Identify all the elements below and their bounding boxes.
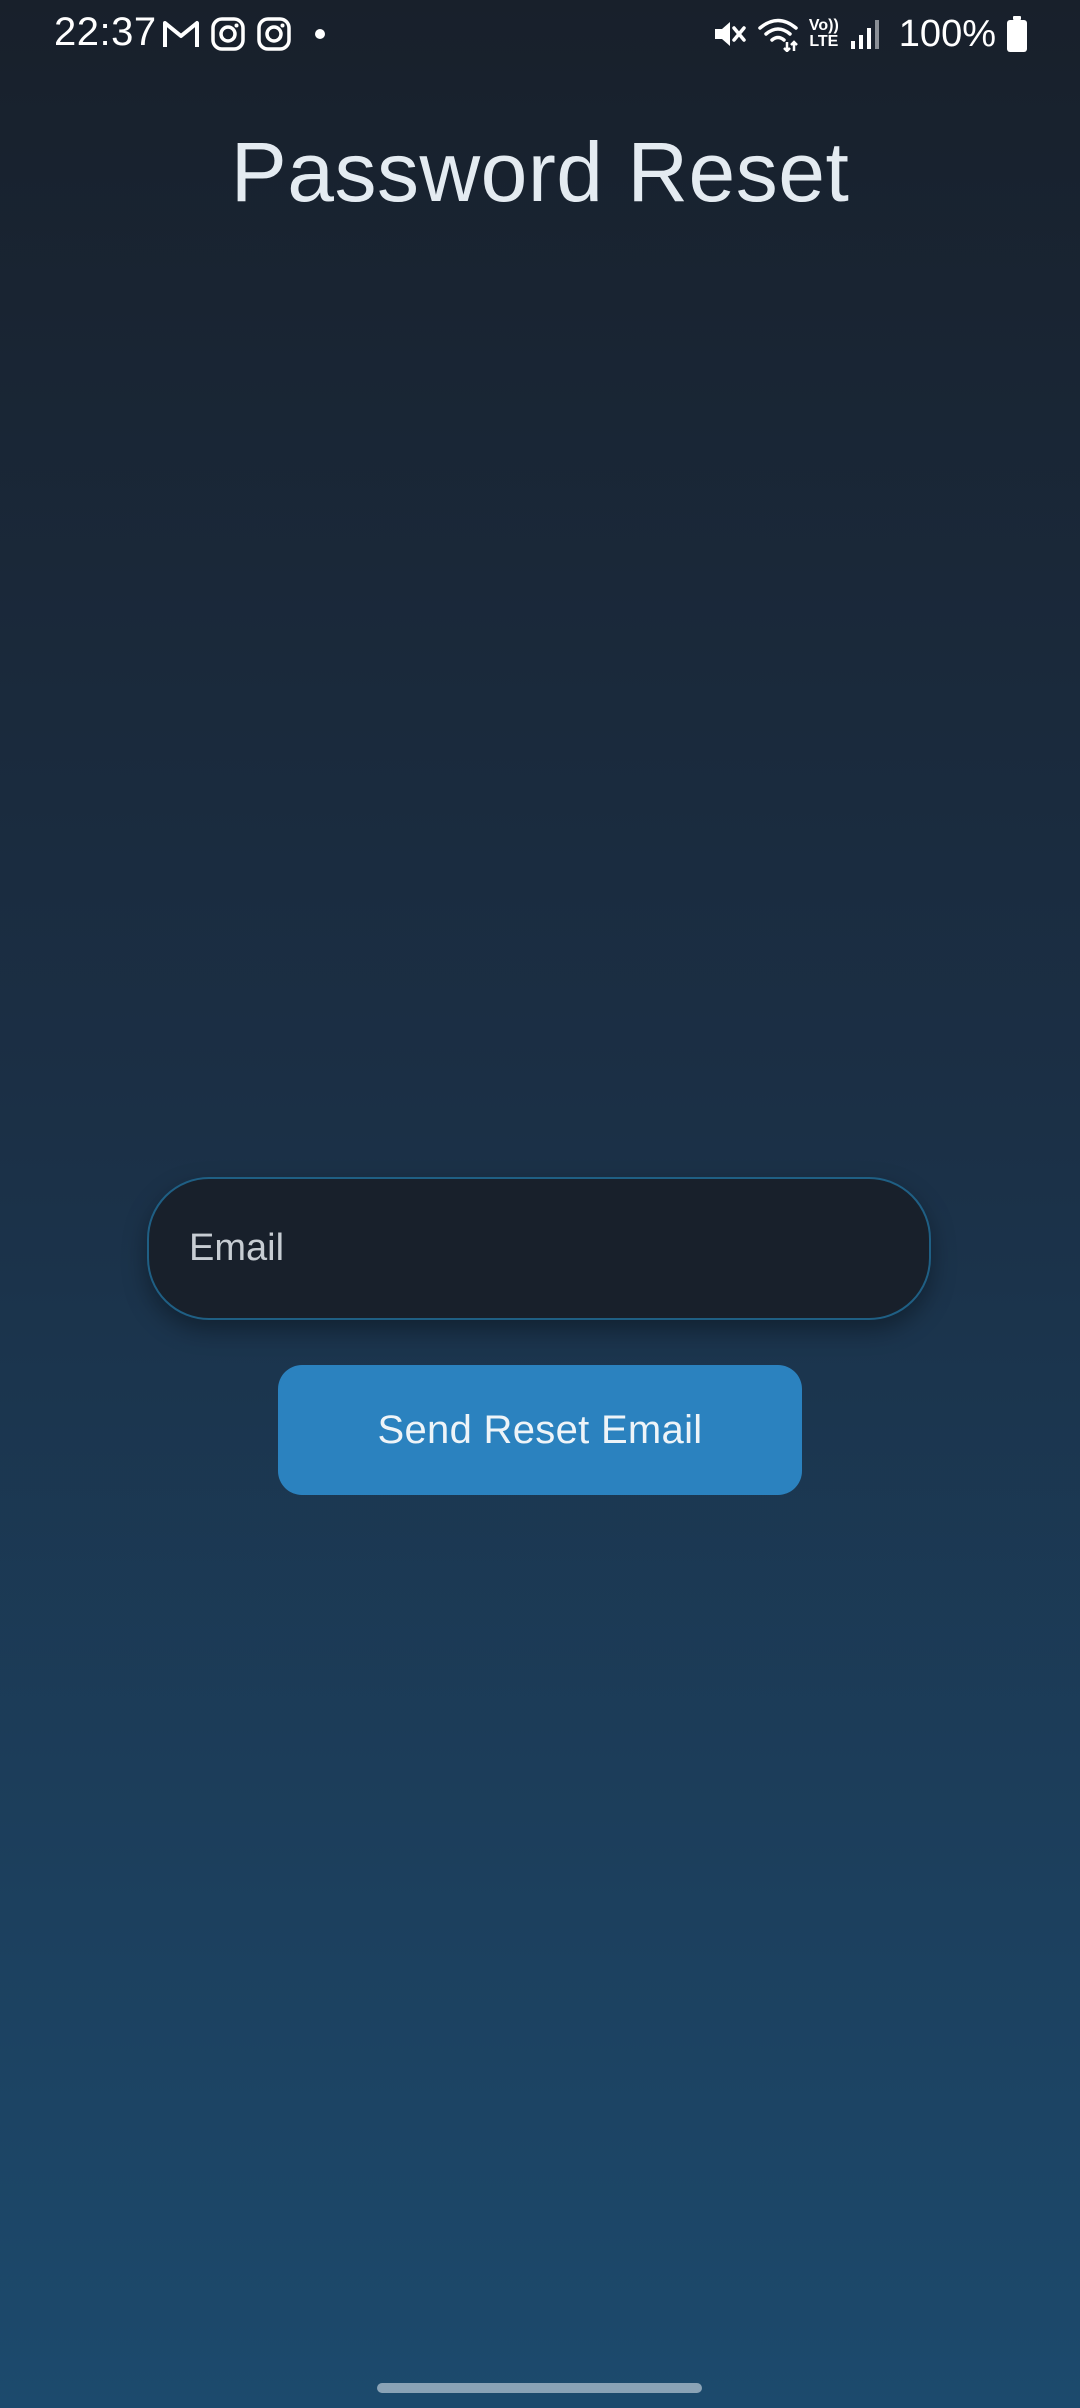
- volte-icon: Vo)) LTE: [809, 18, 839, 50]
- instagram-icon: [210, 16, 246, 52]
- volte-label-top: Vo)): [808, 17, 839, 34]
- battery-percentage: 100%: [898, 12, 996, 55]
- status-time: 22:37: [54, 10, 157, 54]
- email-field[interactable]: [147, 1177, 931, 1320]
- email-input[interactable]: [149, 1179, 929, 1318]
- wifi-icon: [757, 16, 799, 52]
- system-icons: Vo)) LTE 100%: [711, 12, 1028, 56]
- home-indicator[interactable]: [377, 2383, 702, 2393]
- signal-icon: [849, 17, 881, 51]
- page-title: Password Reset: [230, 125, 850, 219]
- status-bar: 22:37 Vo)) LTE 100%: [0, 0, 1080, 70]
- notification-icons: [162, 14, 326, 54]
- mute-icon: [711, 16, 747, 52]
- volte-label-bottom: LTE: [809, 33, 839, 50]
- battery-icon: [1006, 15, 1028, 53]
- dot-icon: [314, 28, 326, 40]
- gmail-icon: [162, 18, 200, 50]
- instagram-icon: [256, 16, 292, 52]
- send-reset-email-button[interactable]: Send Reset Email: [278, 1365, 802, 1495]
